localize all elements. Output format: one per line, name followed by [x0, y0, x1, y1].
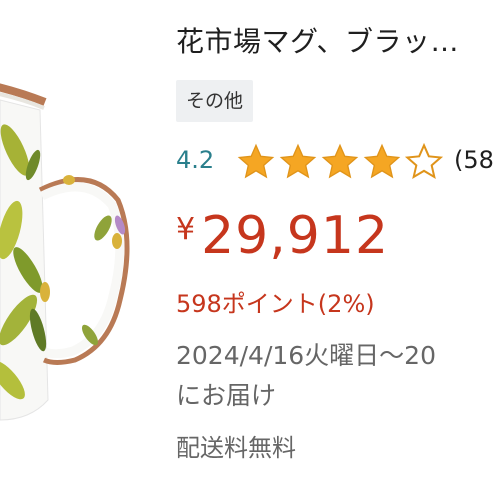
delivery-date: 2024/4/16火曜日〜20 [176, 341, 436, 370]
rating-count[interactable]: (58 [454, 146, 494, 174]
star-empty-icon [404, 142, 444, 180]
star-full-icon [279, 143, 317, 179]
rating-value: 4.2 [176, 146, 215, 174]
product-info-panel: 花市場マグ、ブラッ… その他 4.2 (58 ¥29,912 598ポイント(2… [176, 0, 500, 500]
price: ¥29,912 [176, 206, 389, 266]
delivery-estimate: 2024/4/16火曜日〜20 にお届け [176, 336, 436, 416]
mug-illustration [0, 83, 130, 421]
rating-row[interactable]: 4.2 (58 [176, 140, 500, 184]
product-image[interactable] [0, 0, 160, 500]
star-full-icon [321, 143, 359, 179]
price-amount: 29,912 [201, 206, 390, 266]
star-full-icon [363, 143, 401, 179]
delivery-suffix: にお届け [176, 381, 277, 410]
shipping-info: 配送料無料 [176, 434, 296, 462]
star-full-icon [237, 143, 275, 179]
rating-stars[interactable] [236, 142, 446, 182]
points-text: 598ポイント(2%) [176, 290, 375, 318]
product-title[interactable]: 花市場マグ、ブラッ… [176, 22, 459, 62]
price-currency: ¥ [176, 212, 196, 247]
category-chip[interactable]: その他 [176, 80, 254, 122]
